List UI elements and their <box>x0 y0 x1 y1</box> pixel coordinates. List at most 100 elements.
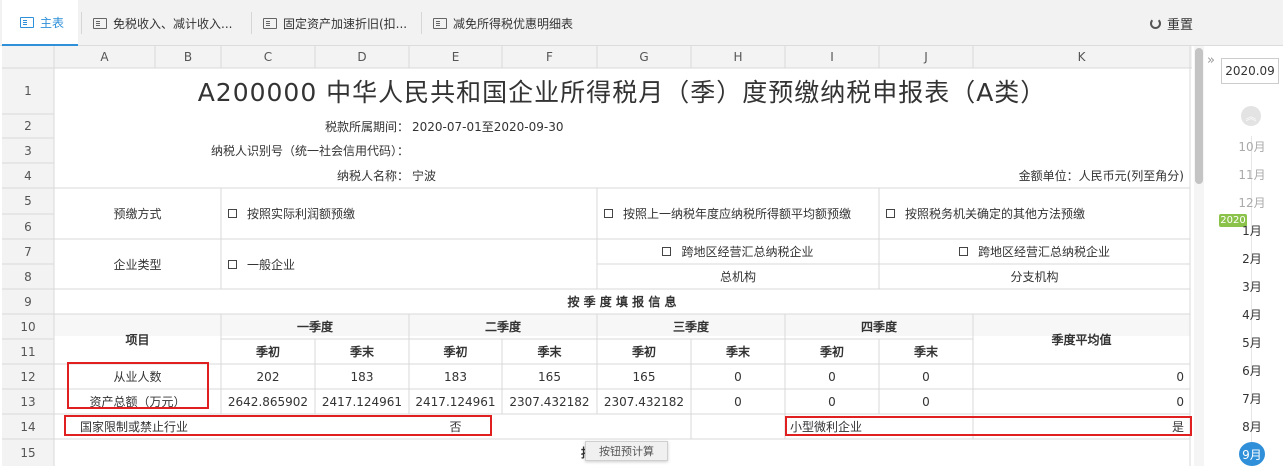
enterprise-option-cross-region-branch[interactable]: 跨地区经营汇总纳税企业 <box>879 239 1190 264</box>
enterprise-option-general[interactable]: 一般企业 <box>228 239 597 289</box>
assets-q2-start[interactable]: 2417.124961 <box>409 389 502 414</box>
month-1[interactable]: 1月 <box>1223 222 1281 239</box>
row-header-1[interactable]: 1 <box>2 68 54 114</box>
month-6[interactable]: 6月 <box>1223 362 1281 379</box>
row-header-4[interactable]: 4 <box>2 163 54 188</box>
col-header-a[interactable]: A <box>54 46 155 68</box>
total-assets-label: 资产总额（万元） <box>89 395 186 409</box>
restricted-industry-label: 国家限制或禁止行业 <box>80 420 189 434</box>
row-header-3[interactable]: 3 <box>2 138 54 163</box>
form-icon <box>433 17 447 29</box>
small-micro-enterprise-value[interactable]: 是 <box>973 414 1184 439</box>
checkbox-icon[interactable] <box>886 209 895 218</box>
checkbox-icon[interactable] <box>228 209 237 218</box>
row-header-2[interactable]: 2 <box>2 114 54 138</box>
form-title: A200000 中华人民共和国企业所得税月（季）度预缴纳税申报表（A类） <box>197 78 1047 107</box>
vertical-scrollbar[interactable] <box>1194 46 1204 466</box>
checkbox-icon[interactable] <box>958 247 968 256</box>
month-9-selected[interactable]: 9月 <box>1239 442 1265 466</box>
row-header-9[interactable]: 9 <box>2 289 54 314</box>
assets-q4-start[interactable]: 0 <box>785 389 879 414</box>
col-header-k[interactable]: K <box>973 46 1190 68</box>
scrollbar-thumb[interactable] <box>1195 48 1203 184</box>
scroll-up-icon[interactable]: ︽ <box>1241 106 1261 126</box>
month-11[interactable]: 11月 <box>1223 166 1281 183</box>
period-label: 税款所属期间： <box>324 119 409 134</box>
tab-accelerated-depreciation[interactable]: 固定资产加速折旧(扣... <box>263 0 419 46</box>
col-header-f[interactable]: F <box>502 46 597 68</box>
assets-q3-start[interactable]: 2307.432182 <box>597 389 691 414</box>
row-header-14[interactable]: 14 <box>2 414 54 439</box>
employees-label: 从业人数 <box>113 370 162 384</box>
col-header-i[interactable]: I <box>785 46 879 68</box>
q3-start-header: 季初 <box>631 345 656 359</box>
checkbox-icon[interactable] <box>228 259 237 269</box>
assets-average[interactable]: 0 <box>973 389 1184 414</box>
employees-q2-start[interactable]: 183 <box>409 364 502 389</box>
prepay-option-last-year-average[interactable]: 按照上一纳税年度应纳税所得额平均额预缴 <box>604 188 879 239</box>
employees-q4-end[interactable]: 0 <box>879 364 973 389</box>
assets-q2-end[interactable]: 2307.432182 <box>502 389 597 414</box>
row-header-12[interactable]: 12 <box>2 364 54 389</box>
quarter-info-heading: 按 季 度 填 报 信 息 <box>567 295 677 309</box>
col-header-h[interactable]: H <box>691 46 785 68</box>
col-header-g[interactable]: G <box>597 46 691 68</box>
col-header-j[interactable]: J <box>879 46 973 68</box>
month-7[interactable]: 7月 <box>1223 390 1281 407</box>
tab-main[interactable]: 主表 <box>2 0 78 46</box>
reset-button[interactable]: 重置 <box>1150 13 1193 33</box>
q1-start-header: 季初 <box>255 345 280 359</box>
month-10[interactable]: 10月 <box>1223 138 1281 155</box>
row-header-8[interactable]: 8 <box>2 264 54 289</box>
employees-q2-end[interactable]: 165 <box>502 364 597 389</box>
row-header-15[interactable]: 15 <box>2 439 54 466</box>
month-4[interactable]: 4月 <box>1223 306 1281 323</box>
row-header-6[interactable]: 6 <box>2 214 54 239</box>
employees-q4-start[interactable]: 0 <box>785 364 879 389</box>
tab-bar: 主表 免税收入、减计收入... 固定资产加速折旧(扣... 减免所得税优惠明细表… <box>0 0 1283 46</box>
employees-q3-end[interactable]: 0 <box>691 364 785 389</box>
month-5[interactable]: 5月 <box>1223 334 1281 351</box>
taxpayer-name-label: 纳税人名称： <box>336 169 409 183</box>
row-header-11[interactable]: 11 <box>2 339 54 364</box>
assets-q3-end[interactable]: 0 <box>691 389 785 414</box>
employees-q1-start[interactable]: 202 <box>221 364 315 389</box>
precalculate-tooltip[interactable]: 按钮预计算 <box>585 441 668 461</box>
q4-header: 四季度 <box>860 320 897 334</box>
period-value[interactable]: 2020-07-01至2020-09-30 <box>412 114 612 138</box>
collapse-panel-icon[interactable]: » <box>1204 52 1218 68</box>
employees-q3-start[interactable]: 165 <box>597 364 691 389</box>
restricted-industry-value[interactable]: 否 <box>409 414 502 439</box>
prepay-option-other-method[interactable]: 按照税务机关确定的其他方法预缴 <box>886 188 1186 239</box>
employees-average[interactable]: 0 <box>973 364 1184 389</box>
current-period-box[interactable]: 2020.09 <box>1221 58 1279 84</box>
q2-start-header: 季初 <box>443 345 468 359</box>
tab-tax-free-income[interactable]: 免税收入、减计收入... <box>93 0 249 46</box>
row-header-5[interactable]: 5 <box>2 188 54 214</box>
col-header-d[interactable]: D <box>315 46 409 68</box>
month-12[interactable]: 12月 <box>1223 194 1281 211</box>
month-8[interactable]: 8月 <box>1223 418 1281 435</box>
employees-q1-end[interactable]: 183 <box>315 364 409 389</box>
refresh-icon <box>1150 17 1161 29</box>
checkbox-icon[interactable] <box>604 209 613 218</box>
prepay-option-actual-profit[interactable]: 按照实际利润额预缴 <box>228 188 597 239</box>
q1-header: 一季度 <box>296 320 333 334</box>
assets-q1-end[interactable]: 2417.124961 <box>315 389 409 414</box>
assets-q4-end[interactable]: 0 <box>879 389 973 414</box>
prepay-method-label: 预缴方式 <box>113 207 162 221</box>
col-header-b[interactable]: B <box>155 46 221 68</box>
taxpayer-name-value[interactable]: 宁波 <box>412 163 512 188</box>
month-2[interactable]: 2月 <box>1223 250 1281 267</box>
taxpayer-id-value[interactable] <box>412 138 612 163</box>
row-header-10[interactable]: 10 <box>2 314 54 339</box>
enterprise-option-cross-region-hq[interactable]: 跨地区经营汇总纳税企业 <box>597 239 879 264</box>
month-3[interactable]: 3月 <box>1223 278 1281 295</box>
col-header-c[interactable]: C <box>221 46 315 68</box>
checkbox-icon[interactable] <box>662 247 672 256</box>
assets-q1-start[interactable]: 2642.865902 <box>221 389 315 414</box>
col-header-e[interactable]: E <box>409 46 502 68</box>
tab-tax-relief-detail[interactable]: 减免所得税优惠明细表 <box>433 0 593 46</box>
row-header-7[interactable]: 7 <box>2 239 54 264</box>
row-header-13[interactable]: 13 <box>2 389 54 414</box>
